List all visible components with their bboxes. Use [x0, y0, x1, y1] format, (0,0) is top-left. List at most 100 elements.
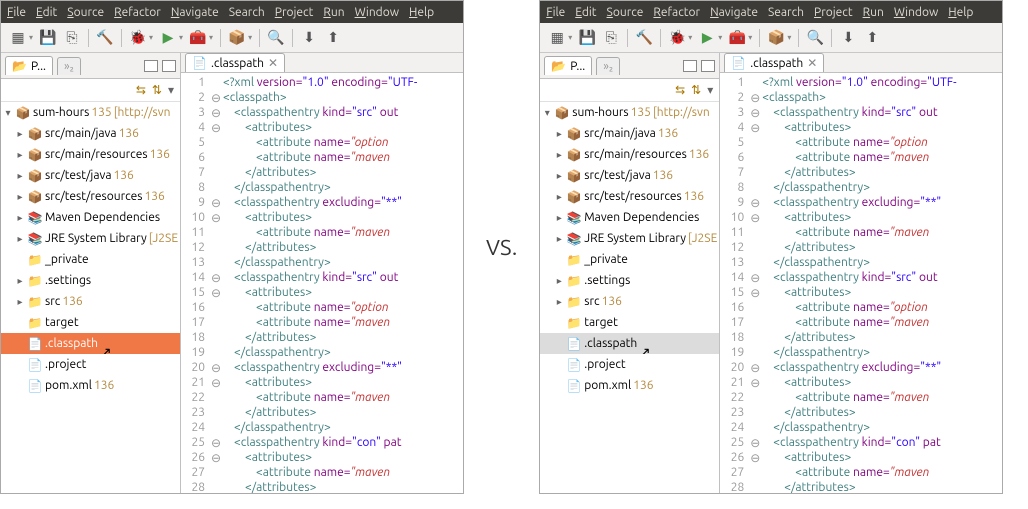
code-line[interactable]: 4 ⊖ <attributes> — [720, 120, 1002, 135]
menu-refactor[interactable]: Refactor — [114, 6, 161, 19]
code-line[interactable]: 17 <attribute name="maven — [181, 315, 463, 330]
code-line[interactable]: 6 <attribute name="maven — [720, 150, 1002, 165]
code-line[interactable]: 18 </attributes> — [181, 330, 463, 345]
code-line[interactable]: 1 <?xml version="1.0" encoding="UTF- — [720, 75, 1002, 90]
code-line[interactable]: 24 </classpathentry> — [181, 420, 463, 435]
fold-icon[interactable]: ⊖ — [209, 376, 223, 390]
minimize-view-icon[interactable] — [144, 60, 158, 72]
expand-icon[interactable]: ▸ — [15, 170, 25, 182]
tree-item-src[interactable]: ▸ 📁 src 136 — [1, 291, 180, 312]
expand-icon[interactable]: ▸ — [554, 149, 564, 161]
code-line[interactable]: 23 </attributes> — [181, 405, 463, 420]
tree-item--settings[interactable]: ▸ 📁 .settings — [540, 270, 719, 291]
run-icon[interactable]: ▶ — [157, 27, 179, 49]
code-line[interactable]: 9 ⊖ <classpathentry excluding="**" — [181, 195, 463, 210]
new-icon[interactable]: ▦ — [546, 27, 568, 49]
expand-icon[interactable]: ▸ — [15, 275, 25, 287]
code-line[interactable]: 14 ⊖ <classpathentry kind="src" out — [720, 270, 1002, 285]
menu-project[interactable]: Project — [275, 6, 314, 19]
fold-icon[interactable]: ⊖ — [748, 106, 762, 120]
menu-edit[interactable]: Edit — [575, 6, 596, 19]
code-line[interactable]: 11 <attribute name="maven — [181, 225, 463, 240]
menu-navigate[interactable]: Navigate — [171, 6, 219, 19]
menu-help[interactable]: Help — [409, 6, 434, 19]
tree-item-src[interactable]: ▸ 📁 src 136 — [540, 291, 719, 312]
code-line[interactable]: 23 </attributes> — [720, 405, 1002, 420]
expand-icon[interactable]: ▸ — [15, 296, 25, 308]
code-line[interactable]: 3 ⊖ <classpathentry kind="src" out — [181, 105, 463, 120]
code-line[interactable]: 2 ⊖ <classpath> — [181, 90, 463, 105]
fold-icon[interactable]: ⊖ — [209, 286, 223, 300]
fold-icon[interactable]: ⊖ — [209, 196, 223, 210]
code-line[interactable]: 4 ⊖ <attributes> — [181, 120, 463, 135]
code-line[interactable]: 7 </attributes> — [720, 165, 1002, 180]
tree-item-src-test-java[interactable]: ▸ 📦 src/test/java 136 — [540, 165, 719, 186]
code-line[interactable]: 6 <attribute name="maven — [181, 150, 463, 165]
code-line[interactable]: 7 </attributes> — [181, 165, 463, 180]
minimize-view-icon[interactable] — [683, 60, 697, 72]
fold-icon[interactable]: ⊖ — [748, 436, 762, 450]
code-line[interactable]: 28 </attributes> — [181, 480, 463, 493]
code-line[interactable]: 10 ⊖ <attributes> — [720, 210, 1002, 225]
menu-window[interactable]: Window — [355, 6, 399, 19]
link-editor-icon[interactable]: ⇅ — [691, 83, 701, 97]
collapse-all-icon[interactable]: ⇆ — [136, 83, 146, 97]
tree-item--private[interactable]: 📁 _private — [540, 249, 719, 270]
code-line[interactable]: 8 </classpathentry> — [181, 180, 463, 195]
expand-icon[interactable]: ▸ — [554, 128, 564, 140]
menu-file[interactable]: File — [7, 6, 26, 19]
fold-icon[interactable]: ⊖ — [209, 361, 223, 375]
menu-refactor[interactable]: Refactor — [653, 6, 700, 19]
code-line[interactable]: 14 ⊖ <classpathentry kind="src" out — [181, 270, 463, 285]
code-line[interactable]: 20 ⊖ <classpathentry excluding="**" — [181, 360, 463, 375]
fold-icon[interactable]: ⊖ — [748, 286, 762, 300]
tree-item-pom-xml[interactable]: 📄 pom.xml 136 — [540, 375, 719, 396]
close-icon[interactable]: ✕ — [268, 56, 278, 70]
menu-run[interactable]: Run — [323, 6, 344, 19]
tree-item-src-main-java[interactable]: ▸ 📦 src/main/java 136 — [1, 123, 180, 144]
code-line[interactable]: 19 </classpathentry> — [181, 345, 463, 360]
svn-out-icon[interactable]: ⬆ — [861, 27, 883, 49]
fold-icon[interactable]: ⊖ — [209, 106, 223, 120]
expand-icon[interactable]: ▸ — [554, 233, 564, 245]
tree-item-src-main-resources[interactable]: ▸ 📦 src/main/resources 136 — [1, 144, 180, 165]
save-all-icon[interactable]: ⎘ — [61, 27, 83, 49]
tree-item--settings[interactable]: ▸ 📁 .settings — [1, 270, 180, 291]
tree-item-sum-hours[interactable]: ▾ 📦 sum-hours 135 [http://svn — [1, 102, 180, 123]
code-line[interactable]: 13 </classpathentry> — [181, 255, 463, 270]
fold-icon[interactable]: ⊖ — [209, 121, 223, 135]
code-line[interactable]: 16 <attribute name="option — [720, 300, 1002, 315]
view-menu-icon[interactable]: ▾ — [707, 83, 713, 97]
menu-edit[interactable]: Edit — [36, 6, 57, 19]
menu-search[interactable]: Search — [229, 6, 265, 19]
menu-file[interactable]: File — [546, 6, 565, 19]
menu-search[interactable]: Search — [768, 6, 804, 19]
new-package-icon[interactable]: 📦 — [765, 27, 787, 49]
fold-icon[interactable]: ⊖ — [209, 211, 223, 225]
fold-icon[interactable]: ⊖ — [748, 451, 762, 465]
collapse-all-icon[interactable]: ⇆ — [675, 83, 685, 97]
code-line[interactable]: 11 <attribute name="maven — [720, 225, 1002, 240]
tab-package-explorer[interactable]: 📂P... — [5, 56, 53, 75]
new-icon[interactable]: ▦ — [7, 27, 29, 49]
code-line[interactable]: 25 ⊖ <classpathentry kind="con" pat — [181, 435, 463, 450]
expand-icon[interactable]: ▸ — [554, 170, 564, 182]
tree-item-jre-system-library[interactable]: ▸ 📚 JRE System Library [J2SE — [1, 228, 180, 249]
expand-icon[interactable]: ▸ — [554, 275, 564, 287]
tree-item-sum-hours[interactable]: ▾ 📦 sum-hours 135 [http://svn — [540, 102, 719, 123]
code-line[interactable]: 12 </attributes> — [181, 240, 463, 255]
new-package-icon[interactable]: 📦 — [226, 27, 248, 49]
tree-item-src-test-java[interactable]: ▸ 📦 src/test/java 136 — [1, 165, 180, 186]
tree-item-src-test-resources[interactable]: ▸ 📦 src/test/resources 136 — [1, 186, 180, 207]
menu-project[interactable]: Project — [814, 6, 853, 19]
code-line[interactable]: 26 ⊖ <attributes> — [181, 450, 463, 465]
code-line[interactable]: 17 <attribute name="maven — [720, 315, 1002, 330]
expand-icon[interactable]: ▸ — [554, 296, 564, 308]
expand-icon[interactable]: ▾ — [3, 107, 13, 119]
debug-icon[interactable]: 🐞 — [666, 27, 688, 49]
tree-item--project[interactable]: 📄 .project — [1, 354, 180, 375]
tab-overflow[interactable]: »₂ — [596, 57, 620, 75]
code-line[interactable]: 20 ⊖ <classpathentry excluding="**" — [720, 360, 1002, 375]
menu-help[interactable]: Help — [948, 6, 973, 19]
fold-icon[interactable]: ⊖ — [209, 451, 223, 465]
